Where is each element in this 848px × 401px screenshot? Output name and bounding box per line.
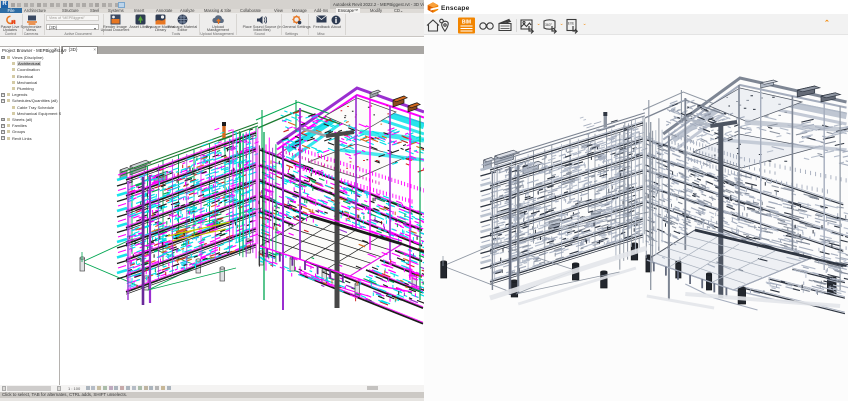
svg-text:360°: 360°: [545, 23, 553, 27]
svg-text:BIM: BIM: [462, 20, 471, 26]
svg-text:EXE: EXE: [568, 22, 574, 26]
